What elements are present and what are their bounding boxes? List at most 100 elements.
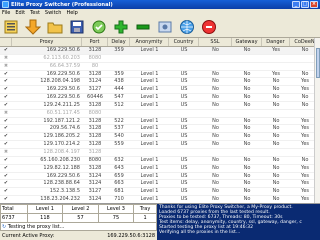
menu-help[interactable]: Help — [66, 10, 77, 16]
cell-danger: No — [272, 164, 280, 171]
cell-port: 3124 — [88, 196, 102, 203]
cell-delay: 547 — [114, 94, 124, 101]
remove-button[interactable] — [134, 18, 152, 36]
menu-edit[interactable]: Edit — [15, 10, 25, 16]
settings-button[interactable] — [156, 18, 174, 36]
cell-gateway — [232, 149, 262, 156]
cell-port: 3124 — [88, 180, 102, 187]
table-row[interactable]: ✔ 128.238.88.64 3124 663 Level 1 US No No No Yes — [0, 180, 320, 189]
cell-port: 3128 — [88, 125, 102, 132]
download-button[interactable] — [24, 18, 42, 36]
table-row[interactable]: ✔ 169.229.50.6 3128 359 Level 1 US No No Yes No — [0, 71, 320, 79]
cell-country: US — [180, 133, 188, 140]
minimize-button[interactable]: _ — [292, 1, 300, 8]
table-row[interactable]: ✔ 129.170.214.2 3128 559 Level 1 US No No No Yes — [0, 141, 320, 149]
header-anonymity[interactable]: Anonymity — [130, 38, 169, 46]
add-button[interactable] — [112, 18, 130, 36]
cell-gateway: No — [243, 47, 251, 53]
cell-danger: No — [272, 188, 280, 195]
cell-gateway: No — [243, 141, 251, 148]
cell-country: US — [180, 78, 188, 85]
test-button[interactable] — [90, 18, 108, 36]
cell-ssl: No — [212, 196, 219, 203]
disk-icon — [70, 20, 84, 34]
cell-port: 8080 — [88, 109, 102, 116]
cell-gateway — [232, 110, 262, 117]
cell-country — [169, 55, 199, 62]
menu-bar: File Edit Test Switch Help — [0, 9, 320, 17]
cell-proxy: 169.229.50.6 — [46, 94, 80, 101]
table-row[interactable]: ✖ 66.64.37.59 80 — [0, 63, 320, 71]
cell-port: 3128 — [88, 101, 102, 108]
cell-port: 3124 — [88, 172, 102, 179]
cell-port: 60446 — [87, 94, 103, 101]
cell-country: US — [180, 125, 188, 132]
cell-delay: 444 — [114, 86, 124, 93]
cell-port: 3128 — [88, 133, 102, 140]
table-row[interactable]: ✔ 129.82.12.188 3128 643 Level 1 US No No No Yes — [0, 165, 320, 173]
app-icon — [2, 1, 9, 8]
vertical-scrollbar[interactable] — [314, 38, 320, 203]
cell-ssl — [199, 55, 232, 62]
check-icon: ✔ — [3, 101, 9, 108]
check-icon: ✔ — [3, 172, 9, 179]
check-icon: ✔ — [3, 70, 9, 77]
table-row[interactable]: ✔ 169.229.50.6 3127 444 Level 1 US No No No Yes — [0, 86, 320, 95]
stop-button[interactable] — [200, 18, 218, 36]
cell-ssl: No — [212, 180, 219, 187]
cell-port: 3128 — [88, 164, 102, 171]
table-row[interactable]: ✔ 129.186.205.2 3128 540 Level 1 US No No No Yes — [0, 133, 320, 142]
table-row[interactable]: ✔ 128.208.04.198 3124 438 Level 1 US No No No Yes — [0, 78, 320, 87]
header-ssl[interactable]: SSL — [199, 38, 232, 46]
down-arrow-icon — [25, 19, 41, 35]
table-row[interactable]: ✔ 209.56.74.6 3128 537 Level 1 US No No No Yes — [0, 125, 320, 134]
menu-file[interactable]: File — [2, 10, 10, 16]
cell-danger — [262, 55, 290, 62]
header-status[interactable] — [0, 38, 12, 46]
header-proxy[interactable]: Proxy — [12, 38, 82, 46]
cell-anonymity: Level 1 — [140, 188, 159, 195]
cell-delay — [108, 149, 130, 156]
cell-proxy: 129.186.205.2 — [43, 133, 80, 140]
table-row[interactable]: ✔ 169.229.50.6 3128 359 Level 1 US No No Yes No — [0, 47, 320, 55]
maximize-button[interactable]: □ — [301, 1, 309, 8]
add-list-button[interactable] — [2, 18, 20, 36]
table-header: Proxy Port Delay Anonymity Country SSL G… — [0, 38, 320, 47]
table-row[interactable]: ✔ 169.229.50.6 60446 547 Level 1 US No No No No — [0, 94, 320, 102]
table-row[interactable]: ✔ 152.3.138.5 3127 681 Level 1 US No No No Yes — [0, 188, 320, 197]
cell-ssl — [199, 63, 232, 70]
table-row[interactable]: ✔ 65.160.208.230 8080 632 Level 1 US No No No No — [0, 157, 320, 165]
table-row[interactable]: ✔ 138.23.204.232 3124 710 Level 1 US No No No Yes — [0, 196, 320, 203]
table-row[interactable]: ✔ 169.229.50.6 3124 659 Level 1 US No No No Yes — [0, 173, 320, 181]
cell-gateway: No — [243, 172, 251, 179]
stat-total-value: 6737 — [0, 213, 28, 223]
table-row[interactable]: ✔ 192.187.121.2 3128 522 Level 1 US No No No Yes — [0, 118, 320, 126]
cell-country: US — [180, 117, 188, 124]
save-button[interactable] — [68, 18, 86, 36]
cell-danger: No — [272, 78, 280, 85]
cross-icon: ✖ — [3, 148, 9, 155]
cell-danger: No — [272, 86, 280, 93]
cell-delay: 659 — [114, 172, 124, 179]
close-button[interactable]: × — [310, 1, 318, 8]
header-country[interactable]: Country — [169, 38, 199, 46]
check-icon: ✔ — [3, 156, 9, 163]
header-gateway[interactable]: Gateway — [232, 38, 262, 46]
table-row[interactable]: ✖ 60.51.117.45 8080 — [0, 110, 320, 118]
cell-delay: 663 — [114, 180, 124, 187]
table-row[interactable]: ✔ 129.24.211.25 3128 512 Level 1 US No No No No — [0, 102, 320, 110]
menu-switch[interactable]: Switch — [45, 10, 62, 16]
check-icon: ✔ — [3, 188, 9, 195]
table-row[interactable]: ✖ 128.208.4.197 3128 — [0, 149, 320, 157]
scrollbar-thumb[interactable] — [316, 48, 320, 78]
switch-button[interactable] — [178, 18, 196, 36]
check-icon: ✔ — [3, 78, 9, 85]
header-port[interactable]: Port — [82, 38, 108, 46]
menu-test[interactable]: Test — [30, 10, 40, 16]
header-danger[interactable]: Danger — [262, 38, 290, 46]
cell-anonymity: Level 1 — [140, 94, 159, 101]
table-row[interactable]: ✖ 62.113.60.203 8080 — [0, 55, 320, 63]
header-delay[interactable]: Delay — [108, 38, 130, 46]
cell-ssl: No — [212, 101, 219, 108]
open-button[interactable] — [46, 18, 64, 36]
